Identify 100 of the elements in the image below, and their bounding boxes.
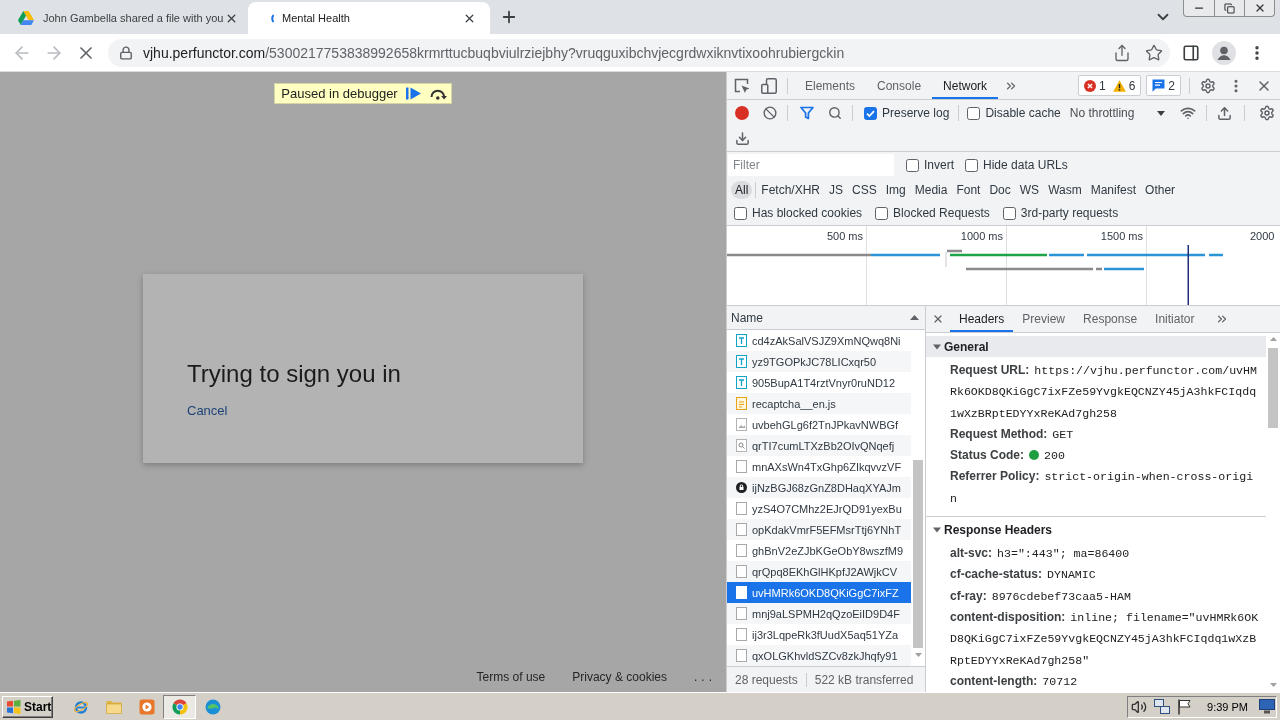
request-bar — [1096, 267, 1102, 271]
details-tab[interactable]: Preview — [1013, 306, 1075, 332]
marker-line — [1187, 245, 1189, 305]
scrollbar-thumb[interactable] — [1268, 348, 1278, 428]
scroll-up-arrow-icon[interactable] — [1269, 337, 1277, 341]
taskbar-button[interactable] — [163, 694, 196, 719]
messages-counter[interactable]: 2 — [1146, 75, 1181, 96]
type-filter[interactable]: Media — [910, 180, 952, 199]
scroll-down-arrow-icon[interactable] — [914, 653, 922, 657]
network-icon[interactable] — [1154, 699, 1171, 714]
checkbox[interactable] — [965, 158, 978, 172]
issues-counter[interactable]: 1 6 — [1077, 75, 1142, 96]
header-name: Status Code: — [950, 448, 1024, 463]
checkbox-label[interactable]: Preserve log — [882, 106, 950, 120]
panel-tab[interactable]: Elements — [794, 72, 867, 99]
browser-tab[interactable]: Mental Health — [248, 2, 490, 34]
flag-icon[interactable] — [1177, 698, 1192, 715]
type-filter[interactable]: Doc — [985, 180, 1015, 199]
request-bar — [1049, 253, 1084, 257]
section-header[interactable]: General — [926, 336, 1266, 357]
checkbox-label[interactable]: Hide data URLs — [983, 158, 1068, 172]
type-filter[interactable]: Font — [952, 180, 985, 199]
scroll-down-arrow-icon[interactable] — [1269, 683, 1277, 687]
request-row[interactable]: qxOLGKhvldSZCv8zkJhqfy91 — [727, 645, 911, 666]
checkbox[interactable] — [875, 206, 889, 220]
type-filter[interactable]: Wasm — [1044, 180, 1086, 199]
checkbox-label[interactable]: 3rd-party requests — [1020, 206, 1119, 220]
triangle-logo-icon — [18, 11, 34, 25]
checkbox-label[interactable]: Disable cache — [985, 106, 1061, 120]
download-icon[interactable] — [735, 131, 750, 146]
inspect-icon[interactable] — [734, 77, 750, 94]
request-name: opKdakVmrF5EFMsrTtj6YNhT — [752, 523, 902, 536]
record-icon[interactable] — [735, 106, 749, 120]
star-icon[interactable] — [1145, 43, 1163, 62]
details-tab[interactable]: Response — [1074, 306, 1147, 332]
address-field[interactable]: vjhu.perfunctor.com/5300217753838992658krmrttucbuqbviulrziejbhy?vruqguxibchvjecgrdwxiknvtixoohrubiergckin — [108, 38, 1170, 67]
checkbox[interactable] — [1002, 206, 1016, 220]
restore-icon[interactable] — [1224, 2, 1235, 14]
wifi-icon[interactable] — [1179, 105, 1196, 121]
footer-link[interactable]: Privacy & cookies — [572, 670, 667, 684]
script-file-icon — [736, 397, 747, 410]
ban-icon[interactable] — [763, 106, 777, 120]
desktop-icon[interactable] — [1259, 699, 1275, 714]
request-row[interactable]: mnj9aLSPMH2qQzoEiID9D4F — [727, 603, 911, 624]
device-toolbar-icon[interactable] — [761, 77, 777, 94]
checkbox[interactable] — [967, 106, 981, 120]
column-title[interactable]: Name — [731, 310, 763, 325]
step-over-icon[interactable] — [428, 87, 447, 100]
checkbox-label[interactable]: Blocked Requests — [893, 206, 990, 220]
type-filter[interactable]: CSS — [848, 180, 881, 199]
type-filter[interactable]: All — [731, 180, 753, 199]
request-row[interactable]: qrTI7cumLTXzBb2OIvQNqefj — [727, 435, 911, 456]
resume-icon[interactable] — [405, 87, 421, 100]
filter-input[interactable]: Filter — [728, 154, 894, 176]
type-filter[interactable]: WS — [1015, 180, 1044, 199]
new-tab-icon[interactable] — [500, 8, 518, 26]
share-icon[interactable] — [1113, 43, 1131, 62]
settings-icon[interactable] — [1258, 105, 1275, 121]
request-row[interactable]: yz9TGOPkJC78LICxqr50 — [727, 351, 911, 372]
settings-icon[interactable] — [1200, 77, 1216, 94]
checkbox[interactable] — [864, 106, 877, 120]
request-row[interactable]: uvHMRk6OKD8QKiGgC7ixFZ — [727, 582, 911, 603]
browser-tab[interactable]: John Gambella shared a file with you — [0, 2, 245, 34]
footer-link[interactable]: ... — [694, 670, 716, 684]
details-tab[interactable]: Headers — [950, 306, 1014, 332]
upload-icon[interactable] — [1216, 105, 1232, 121]
expand-triangle-icon[interactable] — [933, 342, 941, 351]
cancel-link[interactable]: Cancel — [187, 403, 228, 419]
filter-icon[interactable] — [800, 106, 814, 120]
checkbox-label[interactable]: Has blocked cookies — [752, 206, 863, 220]
footer-link[interactable]: Terms of use — [476, 670, 546, 684]
start-button[interactable]: Start — [2, 695, 53, 718]
type-filter[interactable]: Other — [1141, 180, 1180, 199]
request-row[interactable]: recaptcha__en.js — [727, 393, 911, 414]
scrollbar-thumb[interactable] — [913, 460, 923, 648]
type-filter[interactable]: JS — [825, 180, 848, 199]
summary-text: 522 kB transferred — [814, 672, 914, 687]
type-filter[interactable]: Img — [881, 180, 910, 199]
request-row[interactable]: ijNzBGJ68zGnZ8DHaqXYAJm — [727, 477, 911, 498]
speaker-icon[interactable] — [1131, 698, 1148, 715]
expand-triangle-icon[interactable] — [933, 525, 941, 534]
document-icon — [736, 523, 747, 536]
panel-tab[interactable]: Console — [866, 72, 933, 99]
throttling-select[interactable]: No throttling — [1063, 103, 1171, 123]
request-row[interactable]: opKdakVmrF5EFMsrTtj6YNhT — [727, 519, 911, 540]
close-icon[interactable] — [932, 313, 944, 325]
checkbox-label[interactable]: Invert — [924, 158, 954, 172]
avatar-icon[interactable] — [1212, 40, 1236, 65]
details-tab[interactable]: Initiator — [1146, 306, 1204, 332]
checkbox[interactable] — [906, 158, 919, 172]
document-icon — [736, 607, 747, 620]
search-icon[interactable] — [828, 106, 842, 120]
request-row[interactable]: qrQpq8EKhGlHKpfJ2AWjkCV — [727, 561, 911, 582]
side-panel-icon[interactable] — [1182, 43, 1200, 62]
type-filter[interactable]: Fetch/XHR — [757, 180, 825, 199]
lock-icon[interactable] — [119, 45, 133, 60]
request-name: yzS4O7CMhz2EJrQD91yexBu — [752, 502, 902, 515]
checkbox[interactable] — [734, 206, 747, 220]
font-file-icon — [736, 376, 747, 389]
type-filter[interactable]: Manifest — [1086, 180, 1141, 199]
